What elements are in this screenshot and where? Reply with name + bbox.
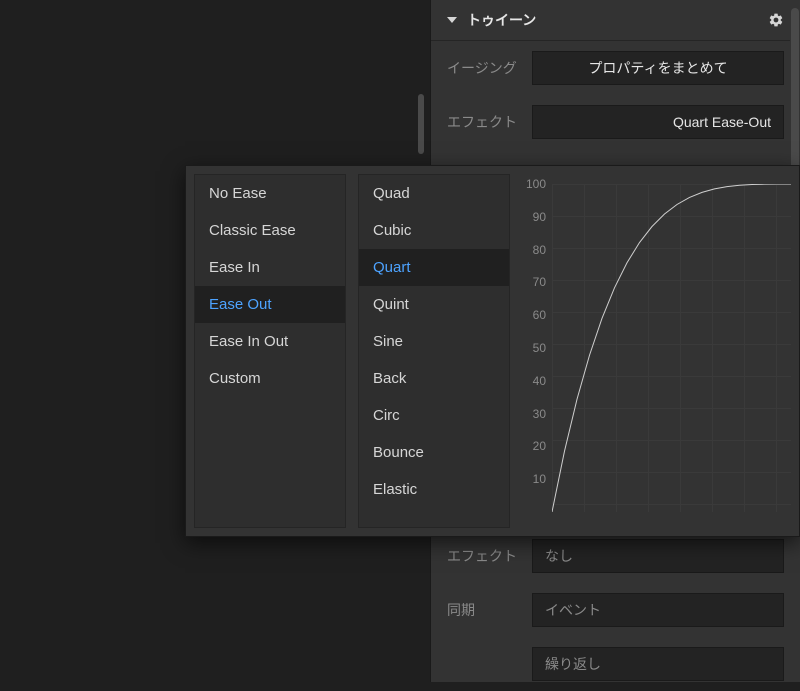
ease-function-item[interactable]: Elastic <box>359 471 509 508</box>
ease-function-list: QuadCubicQuartQuintSineBackCircBounceEla… <box>358 174 510 528</box>
ease-category-item[interactable]: No Ease <box>195 175 345 212</box>
y-tick-label: 60 <box>522 308 550 322</box>
ease-category-item[interactable]: Ease In Out <box>195 323 345 360</box>
effect-bottom-value: なし <box>545 546 573 566</box>
ease-function-item[interactable]: Sine <box>359 323 509 360</box>
gear-icon[interactable] <box>768 12 784 28</box>
easing-popup: No EaseClassic EaseEase InEase OutEase I… <box>185 165 800 537</box>
effect-top-dropdown[interactable]: Quart Ease-Out <box>532 105 784 139</box>
y-tick-label: 70 <box>522 275 550 289</box>
ease-curve <box>552 184 791 512</box>
effect-bottom-row: エフェクト なし <box>431 529 800 583</box>
sync-dropdown[interactable]: イベント <box>532 593 784 627</box>
y-tick-label: 80 <box>522 243 550 257</box>
effect-top-value: Quart Ease-Out <box>673 114 771 130</box>
sync-value: イベント <box>545 600 601 620</box>
ease-category-item[interactable]: Ease In <box>195 249 345 286</box>
effect-bottom-dropdown[interactable]: なし <box>532 539 784 573</box>
ease-category-item[interactable]: Ease Out <box>195 286 345 323</box>
ease-function-item[interactable]: Quad <box>359 175 509 212</box>
sync-label: 同期 <box>447 600 532 620</box>
ease-category-item[interactable]: Classic Ease <box>195 212 345 249</box>
section-title: トゥイーン <box>467 10 768 30</box>
repeat-dropdown[interactable]: 繰り返し <box>532 647 784 681</box>
effect-top-label: エフェクト <box>447 112 532 132</box>
ease-function-item[interactable]: Cubic <box>359 212 509 249</box>
ease-function-item[interactable]: Quint <box>359 286 509 323</box>
ease-category-list: No EaseClassic EaseEase InEase OutEase I… <box>194 174 346 528</box>
effect-bottom-label: エフェクト <box>447 546 532 566</box>
ease-preview-graph: 100 90 80 70 60 50 40 30 20 10 <box>522 174 791 528</box>
y-tick-label: 10 <box>522 472 550 486</box>
y-tick-label: 100 <box>522 177 550 191</box>
easing-value: プロパティをまとめて <box>588 58 727 78</box>
easing-row: イージング プロパティをまとめて <box>431 41 800 95</box>
ease-function-item[interactable]: Quart <box>359 249 509 286</box>
effect-top-row: エフェクト Quart Ease-Out <box>431 95 800 149</box>
repeat-value: 繰り返し <box>545 654 601 674</box>
easing-label: イージング <box>447 58 532 78</box>
y-tick-label: 20 <box>522 439 550 453</box>
y-tick-label: 90 <box>522 210 550 224</box>
easing-dropdown[interactable]: プロパティをまとめて <box>532 51 784 85</box>
ease-function-item[interactable]: Back <box>359 360 509 397</box>
chevron-down-icon <box>447 17 457 23</box>
sync-row: 同期 イベント <box>431 583 800 637</box>
y-tick-label: 30 <box>522 407 550 421</box>
repeat-row: 繰り返し <box>431 637 800 691</box>
ease-function-item[interactable]: Bounce <box>359 434 509 471</box>
y-tick-label: 50 <box>522 341 550 355</box>
y-tick-label: 40 <box>522 374 550 388</box>
mini-scrollbar[interactable] <box>418 94 424 154</box>
ease-function-item[interactable]: Circ <box>359 397 509 434</box>
ease-category-item[interactable]: Custom <box>195 360 345 397</box>
tween-section-header[interactable]: トゥイーン <box>431 0 800 41</box>
